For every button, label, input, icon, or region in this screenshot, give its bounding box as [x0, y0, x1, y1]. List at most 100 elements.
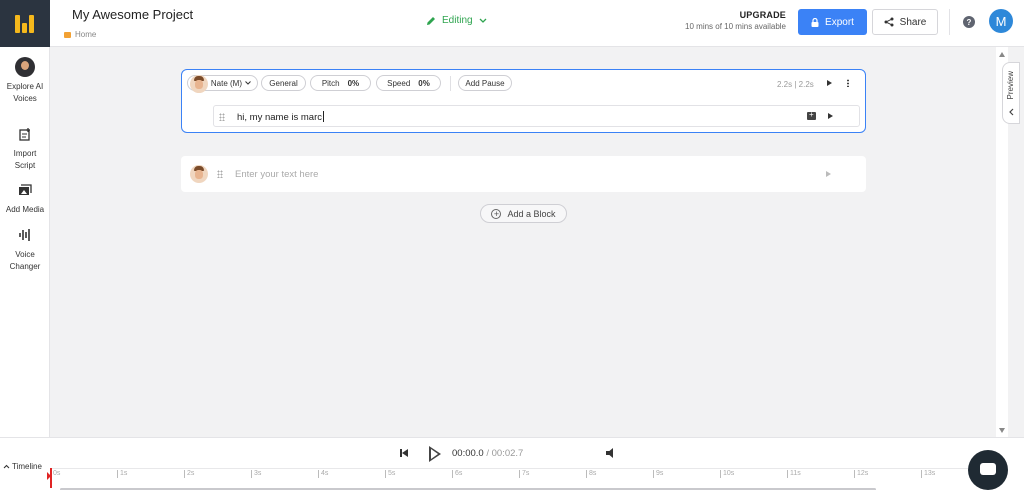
- more-options-icon[interactable]: [847, 79, 849, 87]
- playback-time: 00:00.0 / 00:02.7: [452, 448, 523, 459]
- play-block-icon[interactable]: [826, 171, 831, 177]
- timeline-tick: 12s: [854, 470, 868, 478]
- export-label: Export: [825, 16, 854, 28]
- play-icon[interactable]: [429, 446, 441, 462]
- upgrade-link[interactable]: UPGRADE: [680, 10, 786, 20]
- speed-label: Speed: [387, 78, 411, 88]
- left-sidebar: Explore AI Voices Import Script Add Medi…: [0, 47, 50, 437]
- sidebar-item-add-media[interactable]: Add Media: [0, 183, 50, 216]
- sidebar-label: Import: [13, 149, 37, 158]
- chevron-down-icon: [245, 81, 251, 85]
- timeline-ruler[interactable]: 0s 1s 2s 3s 4s 5s 6s 7s 8s 9s 10s 11s 12…: [50, 468, 968, 484]
- top-header: My Awesome Project Home Editing UPGRADE …: [0, 0, 1024, 47]
- chevron-up-icon: [3, 464, 10, 469]
- time-separator: /: [486, 448, 489, 459]
- timeline-tick: 3s: [251, 470, 261, 478]
- pitch-value: 0%: [347, 78, 360, 88]
- pitch-control[interactable]: Pitch 0%: [310, 75, 371, 91]
- sidebar-item-voice-changer[interactable]: Voice Changer: [0, 228, 50, 273]
- chevron-down-icon: [479, 18, 487, 23]
- text-content: hi, my name is marc: [237, 112, 322, 123]
- timeline-tick: 1s: [117, 470, 127, 478]
- add-pause-button[interactable]: Add Pause: [458, 75, 512, 91]
- header-divider: [949, 9, 950, 35]
- timeline-tick: 9s: [653, 470, 663, 478]
- mode-dropdown[interactable]: Editing: [426, 15, 487, 26]
- timeline-toggle[interactable]: Timeline: [3, 462, 42, 471]
- app-logo[interactable]: [0, 0, 50, 47]
- play-row-icon[interactable]: [828, 113, 833, 119]
- sidebar-item-import-script[interactable]: Import Script: [0, 127, 50, 172]
- voice-avatar-icon: [15, 57, 35, 77]
- volume-icon[interactable]: [606, 448, 618, 458]
- playhead[interactable]: [47, 468, 52, 488]
- voice-name: Nate (M): [210, 78, 242, 88]
- timeline-tick: 4s: [318, 470, 328, 478]
- export-button[interactable]: Export: [798, 9, 867, 35]
- chat-support-icon[interactable]: [968, 450, 1008, 490]
- preview-label: Preview: [1006, 71, 1015, 100]
- speed-control[interactable]: Speed 0%: [376, 75, 441, 91]
- waveform-icon: [19, 229, 30, 241]
- total-time: 00:02.7: [491, 448, 524, 459]
- add-pause-label: Add Pause: [465, 78, 505, 88]
- play-block-icon[interactable]: [827, 80, 832, 86]
- timeline-label: Timeline: [12, 462, 42, 471]
- voice-face-icon: [190, 75, 208, 93]
- timeline-tick: 13s: [921, 470, 935, 478]
- user-avatar[interactable]: M: [989, 9, 1013, 33]
- sidebar-item-explore-ai-voices[interactable]: Explore AI Voices: [0, 57, 50, 105]
- timeline-tick: 5s: [385, 470, 395, 478]
- share-label: Share: [899, 16, 927, 28]
- sidebar-label: Add Media: [5, 205, 45, 214]
- timeline-tick: 6s: [452, 470, 462, 478]
- share-button[interactable]: Share: [872, 9, 938, 35]
- player-bar: 00:00.0 / 00:02.7 Timeline 0s 1s 2s 3s 4…: [0, 437, 1024, 490]
- block-duration: 2.2s | 2.2s: [777, 80, 814, 89]
- plus-circle-icon: +: [491, 208, 502, 219]
- mode-label: Editing: [442, 15, 473, 26]
- drag-handle-icon[interactable]: [219, 113, 225, 121]
- preview-toggle[interactable]: Preview: [1002, 62, 1020, 124]
- chevron-left-icon: [1009, 108, 1014, 116]
- scroll-up-icon[interactable]: [999, 52, 1005, 57]
- timeline-tick: 8s: [586, 470, 596, 478]
- current-time: 00:00.0: [452, 448, 484, 459]
- folder-icon: [64, 31, 71, 38]
- scroll-down-icon[interactable]: [999, 428, 1005, 433]
- drag-handle-icon[interactable]: [217, 170, 223, 178]
- sidebar-label: Voice: [15, 250, 35, 259]
- style-selector[interactable]: General: [261, 75, 306, 91]
- skip-back-icon[interactable]: [400, 449, 408, 457]
- pitch-label: Pitch: [321, 78, 340, 88]
- toolbar-divider: [450, 76, 451, 91]
- text-caret: [323, 111, 324, 122]
- breadcrumb[interactable]: Home: [64, 30, 96, 39]
- upgrade-block[interactable]: UPGRADE 10 mins of 10 mins available: [680, 10, 786, 31]
- voice-avatar[interactable]: [190, 165, 208, 183]
- share-icon: [884, 17, 894, 27]
- timeline-tick: 10s: [720, 470, 734, 478]
- sidebar-label: Script: [14, 161, 36, 170]
- timeline-tick: 11s: [787, 470, 801, 478]
- text-input[interactable]: hi, my name is marc: [237, 111, 324, 123]
- timeline-tick: 2s: [184, 470, 194, 478]
- breadcrumb-home[interactable]: Home: [75, 30, 96, 39]
- add-comment-icon[interactable]: [807, 110, 816, 120]
- text-input[interactable]: Enter your text here: [235, 169, 318, 180]
- style-label: General: [269, 78, 298, 88]
- import-icon: [19, 128, 30, 141]
- help-icon[interactable]: ?: [963, 16, 975, 28]
- project-title[interactable]: My Awesome Project: [72, 7, 193, 22]
- voice-block-1[interactable]: Nate (M) General Pitch 0% Speed 0% Add P…: [181, 69, 866, 133]
- media-icon: [19, 184, 32, 195]
- sidebar-label: Changer: [9, 262, 41, 271]
- pencil-icon: [427, 16, 435, 25]
- text-row[interactable]: hi, my name is marc: [213, 105, 860, 127]
- logo-icon: [15, 14, 35, 33]
- speed-value: 0%: [418, 78, 430, 88]
- add-block-label: Add a Block: [507, 208, 556, 219]
- sidebar-label: Explore AI: [6, 82, 44, 91]
- add-block-button[interactable]: + Add a Block: [480, 204, 567, 223]
- voice-block-2[interactable]: Enter your text here: [181, 156, 866, 192]
